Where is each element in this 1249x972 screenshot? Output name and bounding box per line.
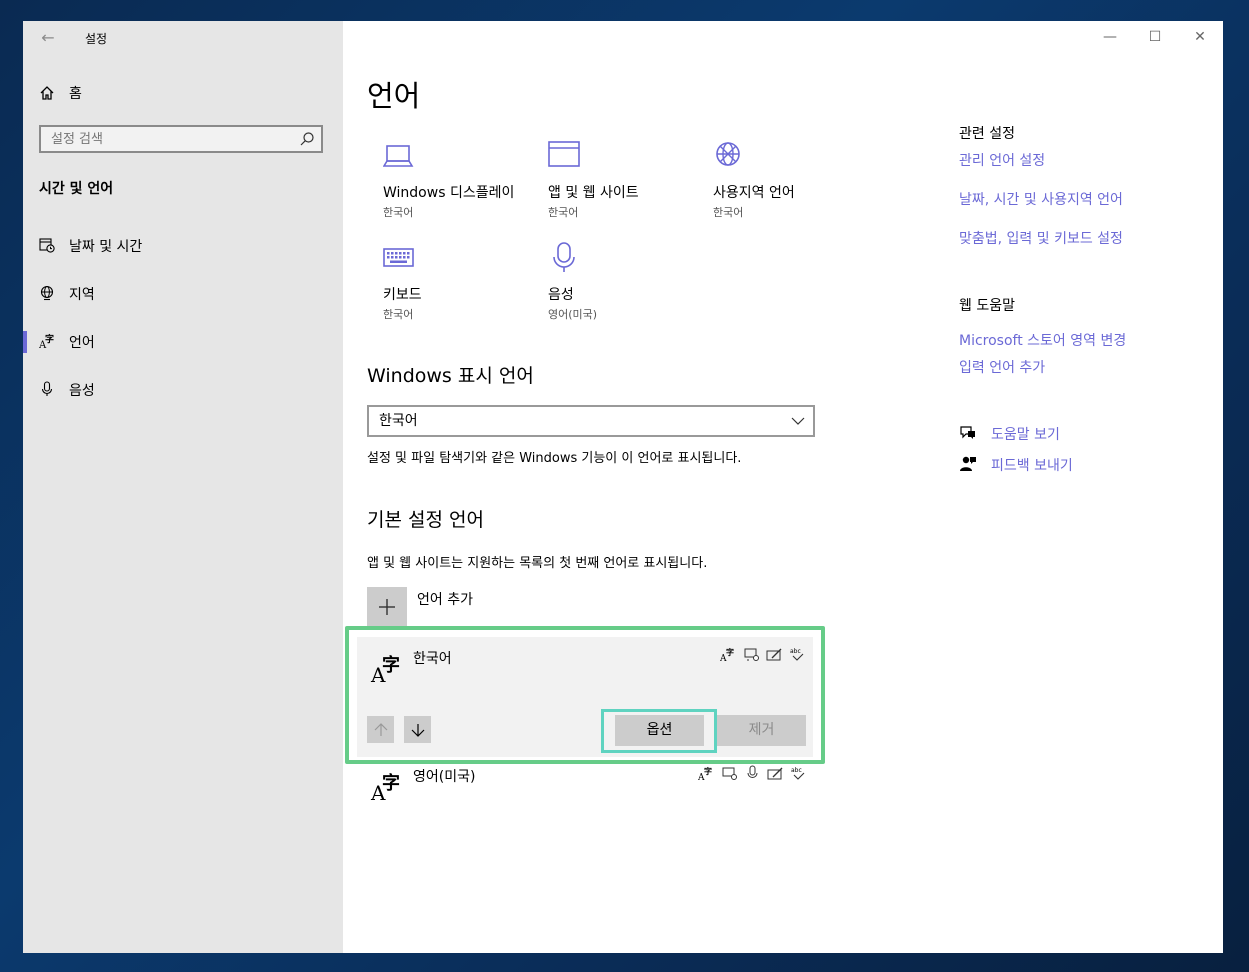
search-icon[interactable] [299, 131, 315, 147]
display-language-feature-icon: A字 [698, 766, 712, 782]
minimize-button[interactable]: — [1095, 27, 1125, 47]
svg-text:abc: abc [791, 767, 802, 774]
search-input[interactable] [41, 127, 291, 151]
globe-icon [40, 285, 54, 301]
home-label: 홈 [69, 86, 82, 102]
move-down-button[interactable] [404, 716, 431, 743]
svg-text:字: 字 [704, 766, 712, 776]
language-feature-icons: A字 abc [720, 646, 806, 663]
help-icon[interactable] [959, 424, 977, 442]
preferred-language-description: 앱 및 웹 사이트는 지원하는 목록의 첫 번째 언어로 표시됩니다. [367, 556, 708, 571]
sidebar: ← 설정 홈 시간 및 언어 날짜 및 시간 [23, 21, 343, 953]
main-content: — ☐ ✕ 언어 Windows 디스플레이 한국어 앱 및 웹 사이트 한국어 [343, 21, 1223, 953]
search-box[interactable] [39, 125, 323, 153]
add-language-label: 언어 추가 [417, 592, 473, 608]
tile-name: 음성 [548, 287, 574, 303]
related-settings-heading: 관련 설정 [959, 126, 1015, 142]
give-feedback-link[interactable]: 피드백 보내기 [991, 455, 1073, 475]
options-button[interactable]: 옵션 [615, 715, 704, 746]
language-feature-icons: A字 abc [698, 765, 807, 782]
spellcheck-feature-icon: abc [791, 767, 805, 780]
tile-sub: 영어(미국) [548, 308, 598, 321]
page-title: 언어 [367, 79, 421, 113]
spellcheck-feature-icon: abc [790, 648, 804, 661]
web-link-store-region[interactable]: Microsoft 스토어 영역 변경 [959, 330, 1126, 350]
language-name: 한국어 [413, 651, 452, 667]
keyboard-icon [383, 248, 414, 267]
related-link-date-time-region[interactable]: 날짜, 시간 및 사용지역 언어 [959, 189, 1123, 209]
add-language-button[interactable] [367, 587, 407, 627]
maximize-button[interactable]: ☐ [1140, 27, 1170, 47]
web-help-heading: 웹 도움말 [959, 298, 1015, 314]
tile-speech[interactable]: 음성 영어(미국) [548, 242, 708, 322]
sidebar-item-region[interactable]: 지역 [23, 278, 343, 308]
handwriting-feature-icon [767, 767, 783, 780]
tile-windows-display[interactable]: Windows 디스플레이 한국어 [382, 140, 543, 220]
tile-name: 앱 및 웹 사이트 [548, 185, 639, 201]
arrow-up-icon [374, 722, 387, 736]
microphone-icon [553, 242, 575, 272]
tile-regional-format[interactable]: 사용지역 언어 한국어 [713, 140, 873, 220]
feedback-icon[interactable] [959, 455, 977, 473]
move-up-button[interactable] [367, 716, 394, 743]
tile-name: Windows 디스플레이 [383, 185, 515, 201]
display-language-heading: Windows 표시 언어 [367, 365, 534, 387]
dropdown-value: 한국어 [379, 413, 418, 429]
home-nav[interactable]: 홈 [39, 83, 82, 103]
sidebar-item-speech[interactable]: 음성 [23, 374, 343, 404]
close-button[interactable]: ✕ [1185, 27, 1215, 47]
language-glyph-icon: A字 [371, 773, 400, 805]
window-icon [548, 141, 580, 167]
handwriting-feature-icon [766, 648, 782, 661]
speech-feature-icon [744, 648, 759, 661]
get-help-link[interactable]: 도움말 보기 [991, 424, 1060, 444]
microphone-feature-icon [747, 765, 758, 778]
language-icon: A 字 [39, 333, 54, 349]
sidebar-item-label: 언어 [69, 335, 95, 351]
related-link-spelling-typing[interactable]: 맞춤법, 입력 및 키보드 설정 [959, 228, 1123, 248]
settings-window: ← 설정 홈 시간 및 언어 날짜 및 시간 [23, 21, 1223, 953]
section-title: 시간 및 언어 [39, 181, 114, 197]
sidebar-item-label: 지역 [69, 287, 95, 303]
sidebar-item-language[interactable]: A 字 언어 [23, 326, 343, 356]
tile-sub: 한국어 [548, 206, 579, 219]
svg-text:字: 字 [45, 333, 54, 345]
svg-text:字: 字 [726, 647, 734, 657]
related-link-admin-language[interactable]: 관리 언어 설정 [959, 150, 1045, 170]
tile-keyboard[interactable]: 키보드 한국어 [383, 242, 543, 322]
sidebar-item-label: 날짜 및 시간 [69, 239, 143, 255]
back-button[interactable]: ← [37, 27, 59, 49]
calendar-clock-icon [39, 238, 55, 253]
language-name[interactable]: 영어(미국) [413, 766, 475, 786]
tile-name: 키보드 [383, 287, 422, 303]
arrow-down-icon [411, 723, 424, 737]
region-globe-icon [716, 142, 740, 166]
chevron-down-icon [791, 417, 805, 425]
remove-button[interactable]: 제거 [717, 715, 806, 746]
home-icon [40, 86, 54, 100]
sidebar-item-label: 음성 [69, 383, 95, 399]
web-link-add-input-language[interactable]: 입력 언어 추가 [959, 357, 1045, 377]
tile-sub: 한국어 [383, 206, 414, 219]
svg-text:abc: abc [790, 648, 801, 655]
tile-apps-websites[interactable]: 앱 및 웹 사이트 한국어 [548, 140, 708, 220]
speech-feature-icon [722, 767, 737, 780]
sidebar-item-date-time[interactable]: 날짜 및 시간 [23, 230, 343, 260]
display-language-dropdown[interactable]: 한국어 [367, 405, 815, 437]
plus-icon [379, 599, 395, 615]
display-language-description: 설정 및 파일 탐색기와 같은 Windows 기능이 이 언어로 표시됩니다. [367, 451, 742, 466]
preferred-language-heading: 기본 설정 언어 [367, 509, 484, 531]
laptop-icon [382, 145, 414, 167]
display-language-feature-icon: A字 [720, 647, 734, 663]
microphone-icon [41, 381, 53, 396]
language-glyph-icon: A字 [371, 655, 400, 687]
app-title: 설정 [85, 32, 108, 46]
tile-sub: 한국어 [713, 206, 744, 219]
tile-sub: 한국어 [383, 308, 414, 321]
tile-name: 사용지역 언어 [713, 185, 795, 201]
